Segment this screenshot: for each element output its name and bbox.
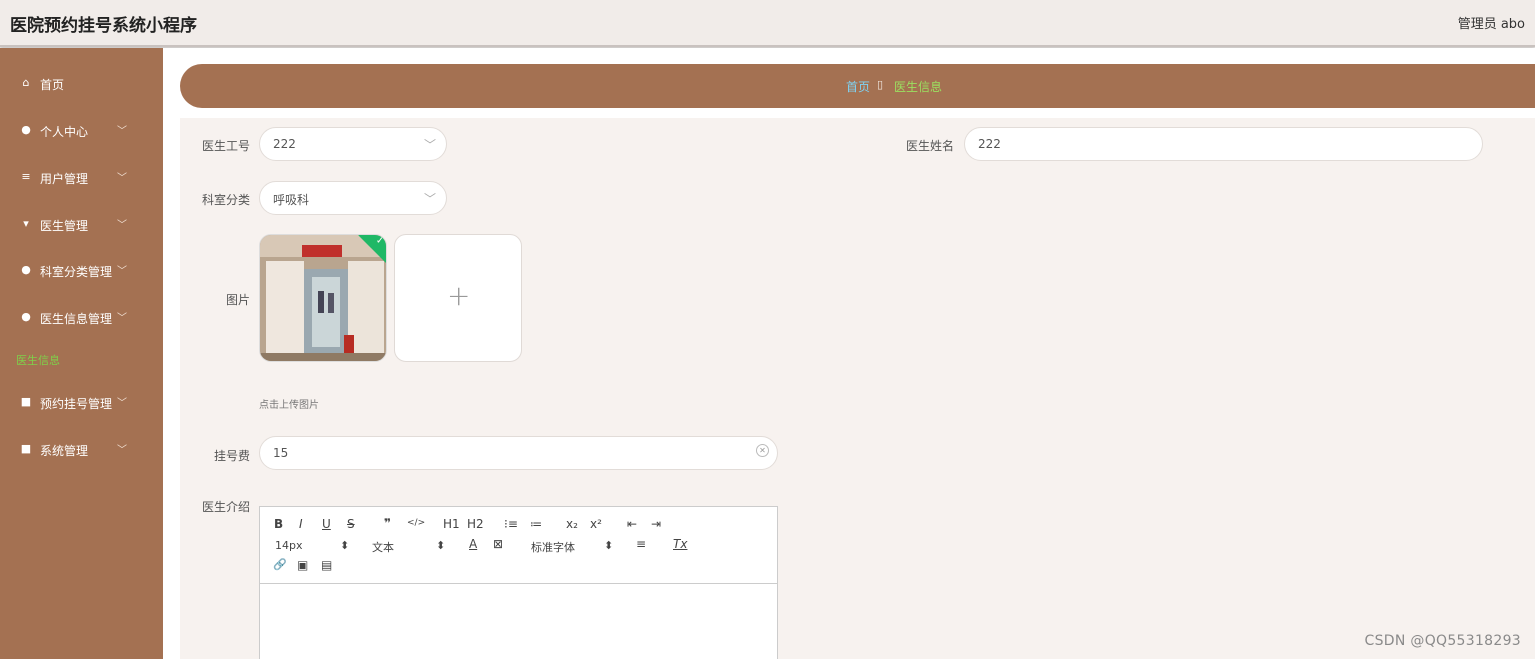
sidebar-item-personal-center[interactable]: ● 个人中心 ﹀: [0, 115, 163, 145]
doctor-name-value: 222: [978, 137, 1001, 151]
ordered-list-icon[interactable]: ⁝≡: [504, 517, 518, 531]
picture-label: 图片: [225, 293, 250, 307]
list-icon: ≡: [21, 170, 31, 183]
grid-icon: ■: [20, 442, 32, 455]
sidebar-item-label: 预约挂号管理: [40, 397, 113, 411]
align-icon[interactable]: ≡: [636, 537, 646, 551]
uploaded-photo-thumbnail[interactable]: ✓: [259, 234, 387, 362]
font-size-select[interactable]: 14px: [275, 539, 303, 552]
doctor-id-value: 222: [273, 137, 296, 151]
doctor-name-field[interactable]: 222: [964, 127, 1483, 161]
chevron-down-icon: ﹀: [117, 398, 127, 409]
superscript-icon[interactable]: x²: [590, 517, 602, 531]
editor-toolbar: B I U S ❞ </> H1 H2 ⁝≡ ≔ x₂ x² ⇤ ⇥ 14px …: [260, 507, 777, 584]
sidebar-item-home[interactable]: ⌂ 首页: [0, 68, 163, 98]
department-label: 科室分类: [201, 193, 250, 207]
bold-icon[interactable]: B: [274, 517, 283, 531]
sidebar-item-department-management[interactable]: ● 科室分类管理 ﹀: [0, 255, 163, 285]
italic-icon[interactable]: I: [299, 517, 303, 531]
outdent-icon[interactable]: ⇤: [627, 517, 637, 531]
image-upload-button[interactable]: +: [394, 234, 522, 362]
user-icon: ●: [21, 123, 31, 136]
select-arrow-icon: ⬍: [436, 539, 446, 552]
doctor-id-label: 医生工号: [201, 139, 250, 153]
sidebar-subitem-doctor-info[interactable]: 医生信息: [16, 352, 60, 368]
grid-icon: ■: [20, 395, 32, 408]
sidebar-item-label: 首页: [40, 78, 65, 92]
chevron-down-icon: ﹀: [117, 126, 127, 137]
sidebar-item-doctor-info-management[interactable]: ● 医生信息管理 ﹀: [0, 302, 163, 332]
watermark: CSDN @QQ55318293: [1364, 633, 1521, 649]
sidebar-item-label: 系统管理: [40, 444, 89, 458]
sidebar-item-label: 用户管理: [40, 172, 89, 186]
link-icon[interactable]: 🔗: [273, 558, 287, 571]
hospital-corridor-photo: [260, 235, 386, 361]
strikethrough-icon[interactable]: S: [347, 517, 355, 531]
editor-content-area[interactable]: [260, 585, 777, 659]
sidebar-item-user-management[interactable]: ≡ 用户管理 ﹀: [0, 162, 163, 192]
subscript-icon[interactable]: x₂: [566, 517, 578, 531]
doctor-name-label: 医生姓名: [905, 139, 954, 153]
select-arrow-icon: ⬍: [340, 539, 350, 552]
underline-icon[interactable]: U: [322, 517, 331, 531]
breadcrumb-separator-icon: ▯: [877, 78, 884, 91]
sidebar-item-doctor-management[interactable]: ▾ 医生管理 ﹀: [0, 209, 163, 239]
department-value: 呼吸科: [273, 193, 310, 207]
app-title: 医院预约挂号系统小程序: [10, 16, 197, 36]
intro-label: 医生介绍: [201, 500, 250, 514]
clear-icon[interactable]: ✕: [756, 444, 769, 457]
font-color-icon[interactable]: A: [469, 537, 477, 551]
user-info[interactable]: 管理员 abo: [1458, 13, 1525, 32]
heading-1-icon[interactable]: H1: [443, 517, 460, 531]
sidebar-item-label: 医生管理: [40, 219, 89, 233]
upload-hint: 点击上传图片: [259, 400, 319, 411]
chevron-down-icon: ﹀: [117, 313, 127, 324]
doctor-id-select[interactable]: 222 ﹀: [259, 127, 447, 161]
department-select[interactable]: 呼吸科 ﹀: [259, 181, 447, 215]
home-icon: ⌂: [22, 76, 30, 89]
chevron-down-icon: ﹀: [423, 138, 436, 152]
user-icon: ●: [21, 310, 31, 323]
chevron-down-icon: ﹀: [117, 445, 127, 456]
heading-2-icon[interactable]: H2: [467, 517, 484, 531]
bullet-list-icon[interactable]: ≔: [530, 517, 542, 531]
image-icon[interactable]: ▣: [297, 558, 308, 572]
code-block-icon[interactable]: </>: [407, 518, 425, 528]
sidebar-item-label: 医生信息管理: [40, 312, 113, 326]
top-bar: 医院预约挂号系统小程序 管理员 abo: [0, 0, 1535, 47]
sidebar-item-label: 个人中心: [40, 125, 89, 139]
font-family-select[interactable]: 标准字体: [531, 539, 575, 555]
chevron-down-icon: ﹀: [423, 192, 436, 206]
chevron-down-icon: ﹀: [117, 220, 127, 231]
sidebar-item-appointment-management[interactable]: ■ 预约挂号管理 ﹀: [0, 387, 163, 417]
fee-label: 挂号费: [213, 449, 250, 463]
plus-icon: +: [447, 279, 471, 312]
sidebar-item-label: 科室分类管理: [40, 265, 113, 279]
sidebar-item-system-management[interactable]: ■ 系统管理 ﹀: [0, 434, 163, 464]
sidebar: ⌂ 首页 ● 个人中心 ﹀ ≡ 用户管理 ﹀ ▾ 医生管理 ﹀ ● 科室分类管理…: [0, 48, 163, 659]
blockquote-icon[interactable]: ❞: [384, 516, 391, 530]
fee-value: 15: [273, 446, 289, 460]
clear-format-icon[interactable]: Tx: [673, 537, 687, 551]
check-icon: ✓: [375, 235, 385, 247]
breadcrumb-home-link[interactable]: 首页: [846, 78, 870, 95]
fee-field[interactable]: 15 ✕: [259, 436, 778, 470]
breadcrumb: 首页 ▯ 医生信息: [180, 64, 1535, 108]
indent-icon[interactable]: ⇥: [651, 517, 661, 531]
select-arrow-icon: ⬍: [604, 539, 614, 552]
user-icon: ●: [21, 263, 31, 276]
text-style-select[interactable]: 文本: [372, 539, 394, 555]
breadcrumb-current: 医生信息: [894, 80, 943, 94]
chevron-down-icon: ﹀: [117, 173, 127, 184]
background-color-icon[interactable]: ⊠: [493, 537, 503, 551]
rich-text-editor: B I U S ❞ </> H1 H2 ⁝≡ ≔ x₂ x² ⇤ ⇥ 14px …: [259, 506, 778, 659]
chevron-down-icon: ﹀: [117, 266, 127, 277]
video-icon[interactable]: ▤: [321, 558, 332, 572]
doctor-icon: ▾: [23, 217, 29, 230]
